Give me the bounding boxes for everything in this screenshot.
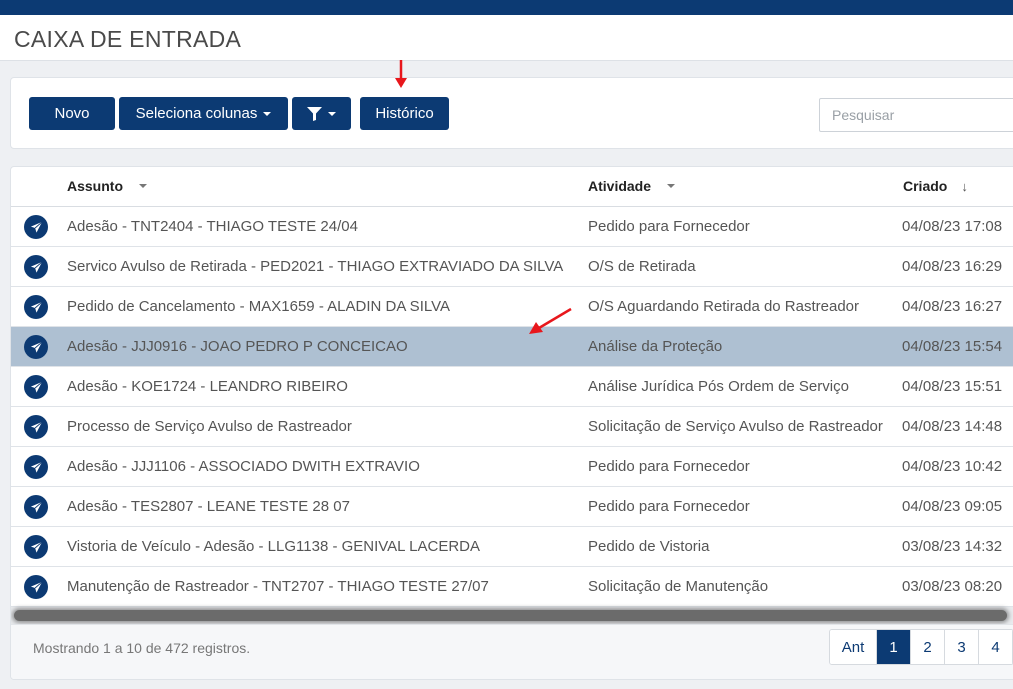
- cell-assunto: Servico Avulso de Retirada - PED2021 - T…: [67, 258, 564, 275]
- cell-criado: 04/08/23 15:54: [902, 338, 1003, 355]
- cell-assunto: Adesão - JJJ1106 - ASSOCIADO DWITH EXTRA…: [67, 458, 420, 475]
- scrollbar-thumb[interactable]: [14, 610, 1007, 621]
- paper-plane-icon: [24, 375, 48, 399]
- paper-plane-icon: [24, 255, 48, 279]
- table-row[interactable]: Adesão - JJJ0916 - JOAO PEDRO P CONCEICA…: [11, 327, 1013, 367]
- table-row[interactable]: Adesão - TNT2404 - THIAGO TESTE 24/04 Ped…: [11, 207, 1013, 247]
- top-navbar: [0, 0, 1013, 15]
- history-button-label: Histórico: [375, 105, 434, 122]
- table-row[interactable]: Adesão - JJJ1106 - ASSOCIADO DWITH EXTRA…: [11, 447, 1013, 487]
- sort-descending-icon: ↓: [961, 178, 968, 194]
- paper-plane-icon: [24, 295, 48, 319]
- select-columns-button[interactable]: Seleciona colunas: [119, 97, 288, 130]
- paper-plane-icon: [24, 455, 48, 479]
- cell-atividade: Solicitação de Serviço Avulso de Rastrea…: [588, 418, 883, 435]
- paper-plane-icon: [24, 495, 48, 519]
- horizontal-scrollbar[interactable]: [11, 607, 1013, 624]
- column-header-label: Assunto: [67, 178, 123, 194]
- table-footer: Mostrando 1 a 10 de 472 registros. Ant 1…: [11, 624, 1013, 679]
- paper-plane-icon: [24, 575, 48, 599]
- history-button[interactable]: Histórico: [360, 97, 449, 130]
- title-bar: CAIXA DE ENTRADA: [0, 15, 1013, 61]
- page-title: CAIXA DE ENTRADA: [14, 26, 242, 52]
- pagination: Ant 1 2 3 4: [829, 629, 1013, 665]
- column-header-atividade[interactable]: Atividade: [588, 178, 676, 194]
- select-columns-label: Seleciona colunas: [135, 105, 258, 122]
- funnel-icon: [307, 106, 322, 121]
- table-row[interactable]: Manutenção de Rastreador - TNT2707 - THI…: [11, 567, 1013, 607]
- cell-assunto: Manutenção de Rastreador - TNT2707 - THI…: [67, 578, 489, 595]
- table-row[interactable]: Servico Avulso de Retirada - PED2021 - T…: [11, 247, 1013, 287]
- column-header-label: Criado: [903, 178, 948, 194]
- cell-atividade: Pedido para Fornecedor: [588, 498, 750, 515]
- cell-atividade: Pedido para Fornecedor: [588, 218, 750, 235]
- pagination-prev[interactable]: Ant: [830, 630, 877, 664]
- cell-assunto: Vistoria de Veículo - Adesão - LLG1138 -…: [67, 538, 480, 555]
- pagination-page[interactable]: 4: [979, 630, 1013, 664]
- cell-atividade: Análise Jurídica Pós Ordem de Serviço: [588, 378, 849, 395]
- cell-assunto: Adesão - KOE1724 - LEANDRO RIBEIRO: [67, 378, 348, 395]
- cell-assunto: Adesão - TNT2404 - THIAGO TESTE 24/04: [67, 218, 358, 235]
- column-header-assunto[interactable]: Assunto: [67, 178, 147, 194]
- table-row[interactable]: Vistoria de Veículo - Adesão - LLG1138 -…: [11, 527, 1013, 567]
- paper-plane-icon: [24, 215, 48, 239]
- cell-criado: 04/08/23 10:42: [902, 458, 1003, 475]
- toolbar-panel: Novo Seleciona colunas Histórico: [10, 77, 1013, 149]
- caret-down-icon: [328, 111, 336, 116]
- cell-assunto: Adesão - JJJ0916 - JOAO PEDRO P CONCEICA…: [67, 338, 408, 355]
- table-header: Assunto Atividade Criado ↓: [11, 167, 1013, 207]
- pagination-page[interactable]: 2: [911, 630, 945, 664]
- table-row[interactable]: Adesão - TES2807 - LEANE TESTE 28 07 Pedi…: [11, 487, 1013, 527]
- cell-assunto: Processo de Serviço Avulso de Rastreador: [67, 418, 352, 435]
- new-button-label: Novo: [54, 105, 90, 122]
- cell-criado: 04/08/23 16:27: [902, 298, 1003, 315]
- table-row[interactable]: Pedido de Cancelamento - MAX1659 - ALADI…: [11, 287, 1013, 327]
- search-input[interactable]: [819, 98, 1013, 132]
- cell-atividade: Solicitação de Manutenção: [588, 578, 769, 595]
- table-body: Adesão - TNT2404 - THIAGO TESTE 24/04 Ped…: [11, 207, 1013, 607]
- cell-criado: 04/08/23 17:08: [902, 218, 1003, 235]
- cell-atividade: O/S de Retirada: [588, 258, 696, 275]
- paper-plane-icon: [24, 335, 48, 359]
- cell-atividade: Pedido de Vistoria: [588, 538, 710, 555]
- cell-criado: 04/08/23 16:29: [902, 258, 1003, 275]
- cell-criado: 03/08/23 14:32: [902, 538, 1003, 555]
- column-header-label: Atividade: [588, 178, 652, 194]
- sort-caret-icon: [667, 184, 676, 188]
- cell-criado: 04/08/23 15:51: [902, 378, 1003, 395]
- inbox-table: Assunto Atividade Criado ↓ Adesão - TNT24…: [10, 166, 1013, 680]
- sort-caret-icon: [139, 184, 147, 188]
- cell-atividade: Pedido para Fornecedor: [588, 458, 750, 475]
- column-header-criado[interactable]: Criado ↓: [903, 178, 968, 194]
- caret-down-icon: [263, 111, 272, 116]
- pagination-page[interactable]: 3: [945, 630, 979, 664]
- cell-criado: 03/08/23 08:20: [902, 578, 1003, 595]
- new-button[interactable]: Novo: [29, 97, 115, 130]
- pagination-page[interactable]: 1: [877, 630, 911, 664]
- cell-assunto: Pedido de Cancelamento - MAX1659 - ALADI…: [67, 298, 450, 315]
- table-row[interactable]: Processo de Serviço Avulso de Rastreador…: [11, 407, 1013, 447]
- cell-atividade: Análise da Proteção: [588, 338, 723, 355]
- cell-assunto: Adesão - TES2807 - LEANE TESTE 28 07: [67, 498, 350, 515]
- cell-criado: 04/08/23 14:48: [902, 418, 1003, 435]
- records-info: Mostrando 1 a 10 de 472 registros.: [33, 640, 251, 656]
- cell-atividade: O/S Aguardando Retirada do Rastreador: [588, 298, 860, 315]
- table-row[interactable]: Adesão - KOE1724 - LEANDRO RIBEIRO Anális…: [11, 367, 1013, 407]
- paper-plane-icon: [24, 535, 48, 559]
- paper-plane-icon: [24, 415, 48, 439]
- cell-criado: 04/08/23 09:05: [902, 498, 1003, 515]
- filter-button[interactable]: [292, 97, 351, 130]
